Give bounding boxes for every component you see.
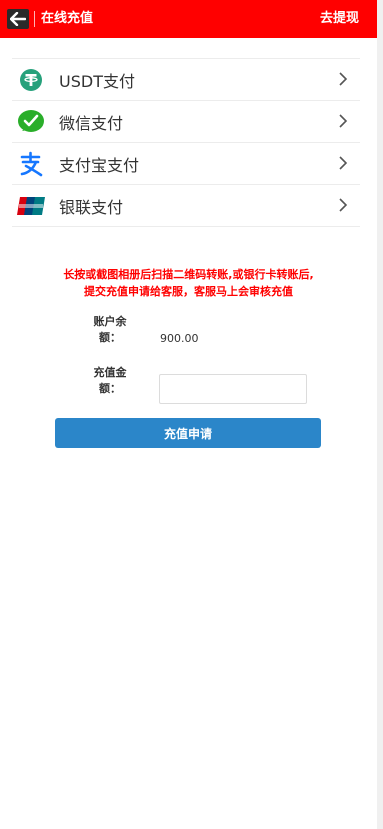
payment-label: 支付宝支付 [59, 155, 140, 175]
header-divider [34, 11, 35, 27]
recharge-amount-input[interactable] [159, 374, 307, 404]
chevron-right-icon [339, 156, 348, 170]
balance-label-line: 账户余 [93, 315, 127, 328]
scrollbar-track [377, 0, 383, 829]
notice-line: 提交充值申请给客服，客服马上会审核充值 [84, 285, 293, 298]
chevron-right-icon [339, 72, 348, 86]
usdt-icon [17, 66, 45, 94]
amount-label-line: 充值金 [93, 366, 127, 379]
payment-label: 银联支付 [59, 197, 124, 217]
unionpay-icon [17, 192, 45, 220]
chevron-right-icon [339, 198, 348, 212]
arrow-left-icon [10, 12, 26, 26]
notice-line: 长按或截图相册后扫描二维码转账,或银行卡转账后, [63, 268, 314, 281]
payment-method-list: USDT支付 微信支付 支付宝支付 银联支付 [12, 58, 360, 227]
balance-label: 账户余 额： [88, 314, 132, 346]
payment-item-unionpay[interactable]: 银联支付 [12, 185, 360, 227]
withdraw-link[interactable]: 去提现 [320, 11, 359, 27]
submit-recharge-button[interactable]: 充值申请 [55, 418, 321, 448]
page-title: 在线充值 [41, 11, 94, 26]
top-bar: 在线充值 去提现 [0, 0, 377, 38]
back-button[interactable] [7, 9, 29, 29]
balance-value: 900.00 [160, 332, 199, 345]
recharge-notice: 长按或截图相册后扫描二维码转账,或银行卡转账后, 提交充值申请给客服，客服马上会… [0, 266, 377, 300]
balance-label-line: 额： [99, 331, 121, 344]
amount-label-line: 额： [99, 382, 121, 395]
payment-item-alipay[interactable]: 支付宝支付 [12, 143, 360, 185]
payment-label: USDT支付 [59, 71, 135, 91]
payment-item-usdt[interactable]: USDT支付 [12, 59, 360, 101]
chevron-right-icon [339, 114, 348, 128]
wechat-icon [17, 108, 45, 136]
payment-item-wechat[interactable]: 微信支付 [12, 101, 360, 143]
alipay-icon [17, 150, 45, 178]
amount-label: 充值金 额： [88, 365, 132, 397]
payment-label: 微信支付 [59, 113, 124, 133]
